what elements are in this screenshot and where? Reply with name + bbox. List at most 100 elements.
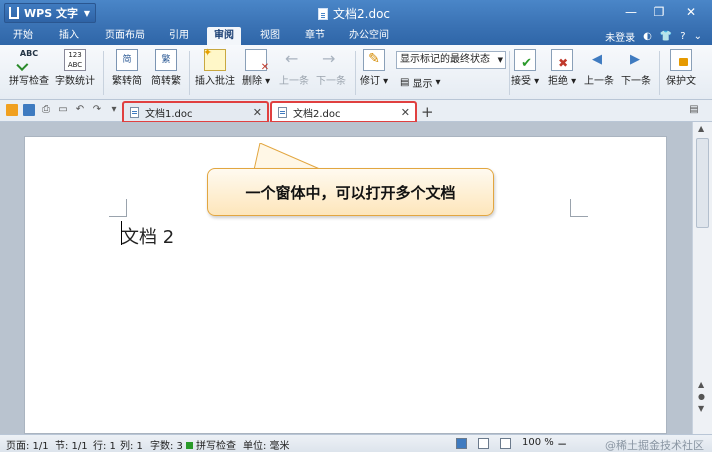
track-changes-icon <box>363 49 386 71</box>
scrollbar-thumb[interactable] <box>696 138 709 228</box>
print-icon[interactable]: ⎙ <box>40 104 52 116</box>
trad-to-simp-button[interactable]: 简 繁转简 <box>112 49 142 88</box>
reject-button[interactable]: 拒绝 ▾ <box>548 49 576 88</box>
scroll-up-icon[interactable]: ▲ <box>698 380 704 389</box>
next-change-button[interactable]: 下一条 <box>621 49 651 88</box>
prev-change-button[interactable]: 上一条 <box>584 49 614 88</box>
close-tab-icon[interactable]: ✕ <box>253 106 262 119</box>
tab-references[interactable]: 引用 <box>162 27 196 45</box>
crop-mark <box>570 199 588 217</box>
status-word-count[interactable]: 字数: 3 <box>150 437 183 452</box>
zoom-level[interactable]: 100 % <box>522 437 554 448</box>
delete-button[interactable]: 删除 ▾ <box>242 49 270 88</box>
web-view-icon[interactable] <box>500 438 511 449</box>
tab-view[interactable]: 视图 <box>253 27 287 45</box>
tab-review[interactable]: 审阅 <box>207 27 241 45</box>
chevron-down-icon[interactable]: ⌄ <box>694 31 702 42</box>
spell-check-button[interactable]: ABC 拼写检查 <box>9 49 49 88</box>
open-folder-icon[interactable] <box>6 104 18 116</box>
next-change-icon <box>625 49 647 71</box>
comment-icon <box>203 46 226 71</box>
revise-label: 修订 ▾ <box>360 76 389 87</box>
ribbon-review: ABC 拼写检查 123ABC 字数统计 简 繁转简 繁 简转繁 插入批注 删除… <box>0 45 712 100</box>
save-icon[interactable] <box>23 104 35 116</box>
arrow-right-icon <box>320 49 342 71</box>
help-icon[interactable]: ? <box>680 31 685 42</box>
callout-text: 一个窗体中，可以打开多个文档 <box>245 183 456 202</box>
doc-tab-2[interactable]: 文档2.doc ✕ <box>270 101 417 123</box>
reject-icon <box>551 49 574 71</box>
simp-to-trad-icon: 繁 <box>155 49 177 71</box>
accept-icon <box>514 49 537 71</box>
skin-icon[interactable]: ◐ <box>643 31 652 42</box>
annotation-callout: 一个窗体中，可以打开多个文档 <box>207 168 494 216</box>
close-tab-icon[interactable]: ✕ <box>401 106 410 119</box>
new-tab-icon[interactable]: + <box>421 103 434 121</box>
tab-list-icon[interactable]: ▤ <box>688 104 700 116</box>
app-name: WPS 文字 <box>24 7 78 20</box>
protect-document-button[interactable]: 保护文 <box>666 49 696 88</box>
scroll-down-icon[interactable]: ▼ <box>698 404 704 413</box>
delete-label: 删除 ▾ <box>242 76 271 87</box>
outline-view-icon[interactable] <box>478 438 489 449</box>
app-menu-button[interactable]: WPS 文字 ▼ <box>4 3 96 23</box>
redo-icon[interactable]: ↷ <box>91 104 103 116</box>
word-count-button[interactable]: 123 ABC 字数统计 <box>55 49 95 88</box>
menu-bar: 开始 插入 页面布局 引用 审阅 视图 章节 办公空间 未登录 ◐ 👕 ? ⌄ <box>0 26 712 45</box>
trad-to-simp-icon: 简 <box>116 49 138 71</box>
callout-pointer <box>253 143 323 171</box>
document-body-text[interactable]: 文档 2 <box>121 223 174 249</box>
arrow-left-icon <box>283 49 305 71</box>
status-spell-check[interactable]: 拼写检查 <box>186 437 236 452</box>
ribbon-separator <box>189 51 190 95</box>
doc-tab-1[interactable]: 文档1.doc ✕ <box>122 101 269 123</box>
close-icon[interactable]: ✕ <box>674 3 708 21</box>
status-page[interactable]: 页面: 1/1 <box>6 437 49 452</box>
tab-home[interactable]: 开始 <box>6 27 40 45</box>
accept-button[interactable]: 接受 ▾ <box>511 49 539 88</box>
simp-to-trad-button[interactable]: 繁 简转繁 <box>151 49 181 88</box>
title-bar: WPS 文字 ▼ 文档2.doc — ❐ ✕ <box>0 0 712 26</box>
chevron-down-icon: ▾ <box>435 77 441 88</box>
document-icon <box>278 107 287 118</box>
quick-access-more-icon[interactable]: ▾ <box>108 104 120 116</box>
shirt-icon[interactable]: 👕 <box>660 31 672 42</box>
vertical-scrollbar[interactable]: ▲ ▲ ● ▼ <box>692 122 712 434</box>
minimize-icon[interactable]: — <box>618 3 644 21</box>
ribbon-separator <box>355 51 356 95</box>
insert-comment-button[interactable]: 插入批注 <box>195 46 235 88</box>
undo-icon[interactable]: ↶ <box>74 104 86 116</box>
chevron-down-icon: ▼ <box>83 8 90 18</box>
document-tab-bar: ⎙ ▭ ↶ ↷ ▾ 文档1.doc ✕ 文档2.doc ✕ + ▤ <box>0 100 712 123</box>
show-icon: ▤ <box>400 77 410 88</box>
chevron-down-icon: ▼ <box>497 56 503 64</box>
reject-label: 拒绝 ▾ <box>548 76 577 87</box>
ribbon-separator <box>509 51 510 95</box>
delete-comment-icon <box>245 49 269 73</box>
status-column[interactable]: 列: 1 <box>120 437 143 452</box>
login-link[interactable]: 未登录 <box>605 29 635 44</box>
next-comment-button[interactable]: 下一条 <box>316 49 346 88</box>
status-section[interactable]: 节: 1/1 <box>55 437 88 452</box>
print-preview-icon[interactable]: ▭ <box>57 104 69 116</box>
prev-comment-button[interactable]: 上一条 <box>279 49 309 88</box>
tab-page-layout[interactable]: 页面布局 <box>98 27 152 45</box>
scroll-up-icon[interactable]: ▲ <box>698 124 704 133</box>
restore-icon[interactable]: ❐ <box>646 3 672 21</box>
ribbon-separator <box>103 51 104 95</box>
status-line[interactable]: 行: 1 <box>93 437 116 452</box>
page-view-icon[interactable] <box>456 438 467 449</box>
prev-change-icon <box>588 49 610 71</box>
tab-office-space[interactable]: 办公空间 <box>342 27 396 45</box>
zoom-out-icon[interactable]: − <box>557 437 567 451</box>
tab-insert[interactable]: 插入 <box>52 27 86 45</box>
tab-sections[interactable]: 章节 <box>298 27 332 45</box>
scroll-dot-icon[interactable]: ● <box>698 392 705 401</box>
markup-display-select[interactable]: 显示标记的最终状态 ▼ <box>396 51 506 69</box>
show-button[interactable]: ▤ 显示 ▾ <box>400 75 440 90</box>
status-unit[interactable]: 单位: 毫米 <box>243 437 290 452</box>
revise-button[interactable]: 修订 ▾ <box>360 49 388 88</box>
document-icon <box>130 107 139 118</box>
lock-icon <box>670 49 692 71</box>
ribbon-separator <box>659 51 660 95</box>
